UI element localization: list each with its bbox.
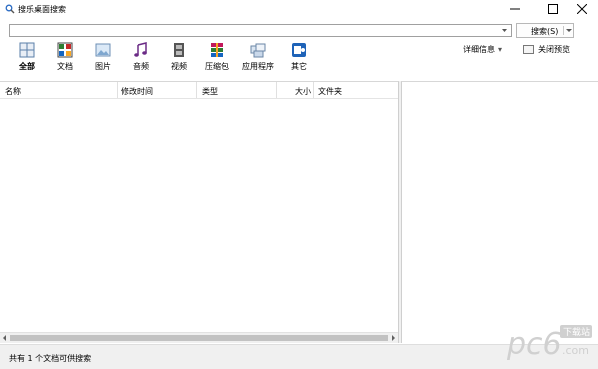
column-header-row: 名称 修改时间 类型 大小 文件夹 — [0, 82, 398, 99]
magnifier-icon — [5, 4, 15, 14]
search-input[interactable] — [10, 25, 495, 36]
minimize-button[interactable] — [496, 0, 534, 18]
category-label: 压缩包 — [205, 62, 229, 71]
preview-pane — [401, 81, 598, 343]
chevron-down-icon: ▾ — [498, 45, 503, 54]
other-icon — [292, 43, 306, 57]
column-divider[interactable] — [196, 82, 197, 98]
close-preview-label: 关闭预览 — [538, 45, 570, 54]
category-label: 文档 — [57, 62, 73, 71]
column-divider[interactable] — [276, 82, 277, 98]
close-preview-button[interactable]: 关闭预览 — [523, 44, 570, 55]
document-icon — [57, 42, 73, 58]
all-grid-icon — [19, 42, 35, 58]
maximize-icon — [548, 4, 558, 14]
results-list[interactable]: 名称 修改时间 类型 大小 文件夹 — [0, 81, 399, 343]
status-text: 共有 1 个文档可供搜索 — [9, 354, 92, 363]
minimize-icon — [510, 8, 520, 10]
scrollbar-thumb[interactable] — [10, 335, 388, 341]
search-button-divider — [563, 26, 564, 35]
svg-text:下载站: 下载站 — [563, 326, 590, 338]
column-divider[interactable] — [313, 82, 314, 98]
column-size[interactable]: 大小 — [295, 86, 311, 97]
music-note-icon — [134, 42, 147, 57]
archive-icon — [211, 43, 223, 57]
category-archive-button[interactable]: 压缩包 — [198, 40, 236, 72]
category-toolbar: 全部 文档 图片 音频 视频 压缩包 应用程序 其它 — [8, 40, 318, 72]
details-label: 详细信息 — [463, 45, 495, 54]
close-button[interactable] — [566, 0, 598, 18]
column-modified[interactable]: 修改时间 — [121, 86, 153, 97]
column-divider[interactable] — [117, 82, 118, 98]
column-name[interactable]: 名称 — [5, 86, 21, 97]
details-view-button[interactable]: 详细信息 ▾ — [463, 44, 502, 55]
scroll-left-icon[interactable] — [1, 334, 9, 342]
scroll-right-icon[interactable] — [389, 334, 397, 342]
category-label: 全部 — [19, 62, 35, 71]
window-title: 搜乐桌面搜索 — [18, 5, 66, 14]
category-label: 视频 — [171, 62, 187, 71]
svg-text:pc6: pc6 — [506, 327, 562, 362]
search-button-label: 搜索(S) — [531, 27, 559, 36]
category-label: 应用程序 — [242, 62, 274, 71]
svg-text:.com: .com — [562, 344, 589, 357]
title-bar: 搜乐桌面搜索 — [0, 0, 598, 20]
picture-icon — [95, 43, 111, 57]
category-all-button[interactable]: 全部 — [8, 40, 46, 72]
category-document-button[interactable]: 文档 — [46, 40, 84, 72]
chevron-down-icon[interactable] — [566, 28, 572, 33]
chevron-down-icon[interactable] — [501, 27, 508, 34]
close-icon — [577, 4, 587, 14]
category-picture-button[interactable]: 图片 — [84, 40, 122, 72]
film-icon — [174, 43, 184, 57]
search-combobox[interactable] — [9, 24, 512, 37]
category-label: 图片 — [95, 62, 111, 71]
application-icon — [250, 43, 266, 58]
column-folder[interactable]: 文件夹 — [318, 86, 342, 97]
category-application-button[interactable]: 应用程序 — [236, 40, 280, 72]
category-other-button[interactable]: 其它 — [280, 40, 318, 72]
category-audio-button[interactable]: 音频 — [122, 40, 160, 72]
column-type[interactable]: 类型 — [202, 86, 218, 97]
category-video-button[interactable]: 视频 — [160, 40, 198, 72]
preview-pane-icon — [523, 45, 534, 54]
watermark-logo: pc6 下载站 .com — [506, 325, 592, 362]
category-label: 其它 — [291, 62, 307, 71]
search-button[interactable]: 搜索(S) — [516, 23, 574, 38]
horizontal-scrollbar[interactable] — [0, 332, 398, 343]
category-label: 音频 — [133, 62, 149, 71]
